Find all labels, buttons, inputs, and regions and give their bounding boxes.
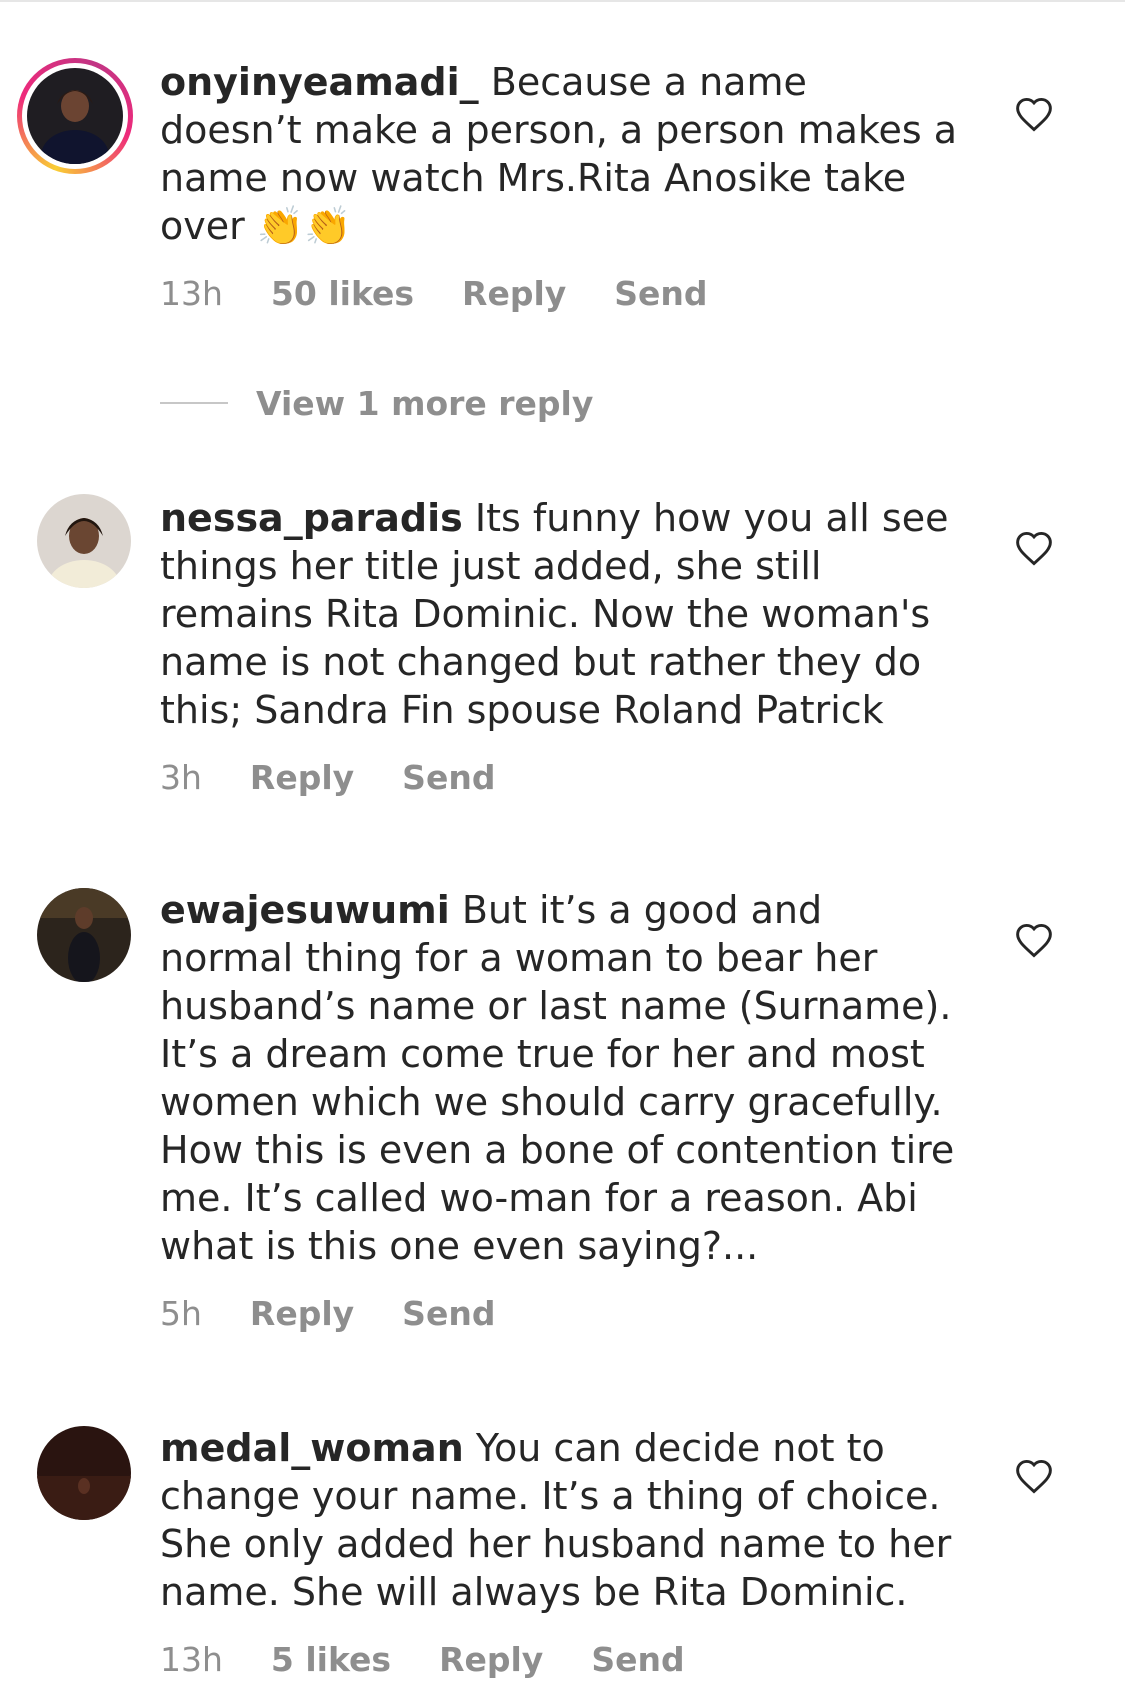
comment-meta: 13h 50 likes Reply Send <box>160 274 756 313</box>
reply-button[interactable]: Reply <box>439 1640 543 1679</box>
comment-text: onyinyeamadi_ Because a name doesn’t mak… <box>160 58 960 250</box>
send-button[interactable]: Send <box>591 1640 684 1679</box>
comment-body: But it’s a good and normal thing for a w… <box>160 888 955 1268</box>
view-replies-label: View 1 more reply <box>256 384 594 423</box>
comment-time: 13h <box>160 1640 223 1679</box>
comment-time: 3h <box>160 758 202 797</box>
top-divider <box>0 0 1125 2</box>
heart-icon[interactable] <box>1014 922 1054 958</box>
reply-button[interactable]: Reply <box>462 274 566 313</box>
comment-time: 5h <box>160 1294 202 1333</box>
comment-username[interactable]: onyinyeamadi_ <box>160 60 479 104</box>
reply-button[interactable]: Reply <box>250 758 354 797</box>
avatar-medal_woman[interactable] <box>37 1426 131 1520</box>
avatar-onyinyeamadi[interactable] <box>17 58 133 174</box>
comment-meta: 13h 5 likes Reply Send <box>160 1640 733 1679</box>
view-more-replies-button[interactable]: View 1 more reply <box>160 384 593 423</box>
send-button[interactable]: Send <box>402 758 495 797</box>
heart-icon[interactable] <box>1014 1458 1054 1494</box>
heart-icon[interactable] <box>1014 96 1054 132</box>
comment-username[interactable]: medal_woman <box>160 1426 464 1470</box>
comment-time: 13h <box>160 274 223 313</box>
comment-meta: 3h Reply Send <box>160 758 543 797</box>
like-count[interactable]: 5 likes <box>271 1640 391 1679</box>
avatar-ewajesuwumi[interactable] <box>37 888 131 982</box>
comment-meta: 5h Reply Send <box>160 1294 543 1333</box>
send-button[interactable]: Send <box>402 1294 495 1333</box>
comment-username[interactable]: ewajesuwumi <box>160 888 450 932</box>
comment-text: ewajesuwumi But it’s a good and normal t… <box>160 886 960 1270</box>
send-button[interactable]: Send <box>614 274 707 313</box>
avatar-nessa_paradis[interactable] <box>37 494 131 588</box>
comment-text: medal_woman You can decide not to change… <box>160 1424 960 1616</box>
comment-text: nessa_paradis Its funny how you all see … <box>160 494 960 734</box>
reply-button[interactable]: Reply <box>250 1294 354 1333</box>
replies-line <box>160 401 228 404</box>
heart-icon[interactable] <box>1014 530 1054 566</box>
comment-username[interactable]: nessa_paradis <box>160 496 463 540</box>
like-count[interactable]: 50 likes <box>271 274 414 313</box>
